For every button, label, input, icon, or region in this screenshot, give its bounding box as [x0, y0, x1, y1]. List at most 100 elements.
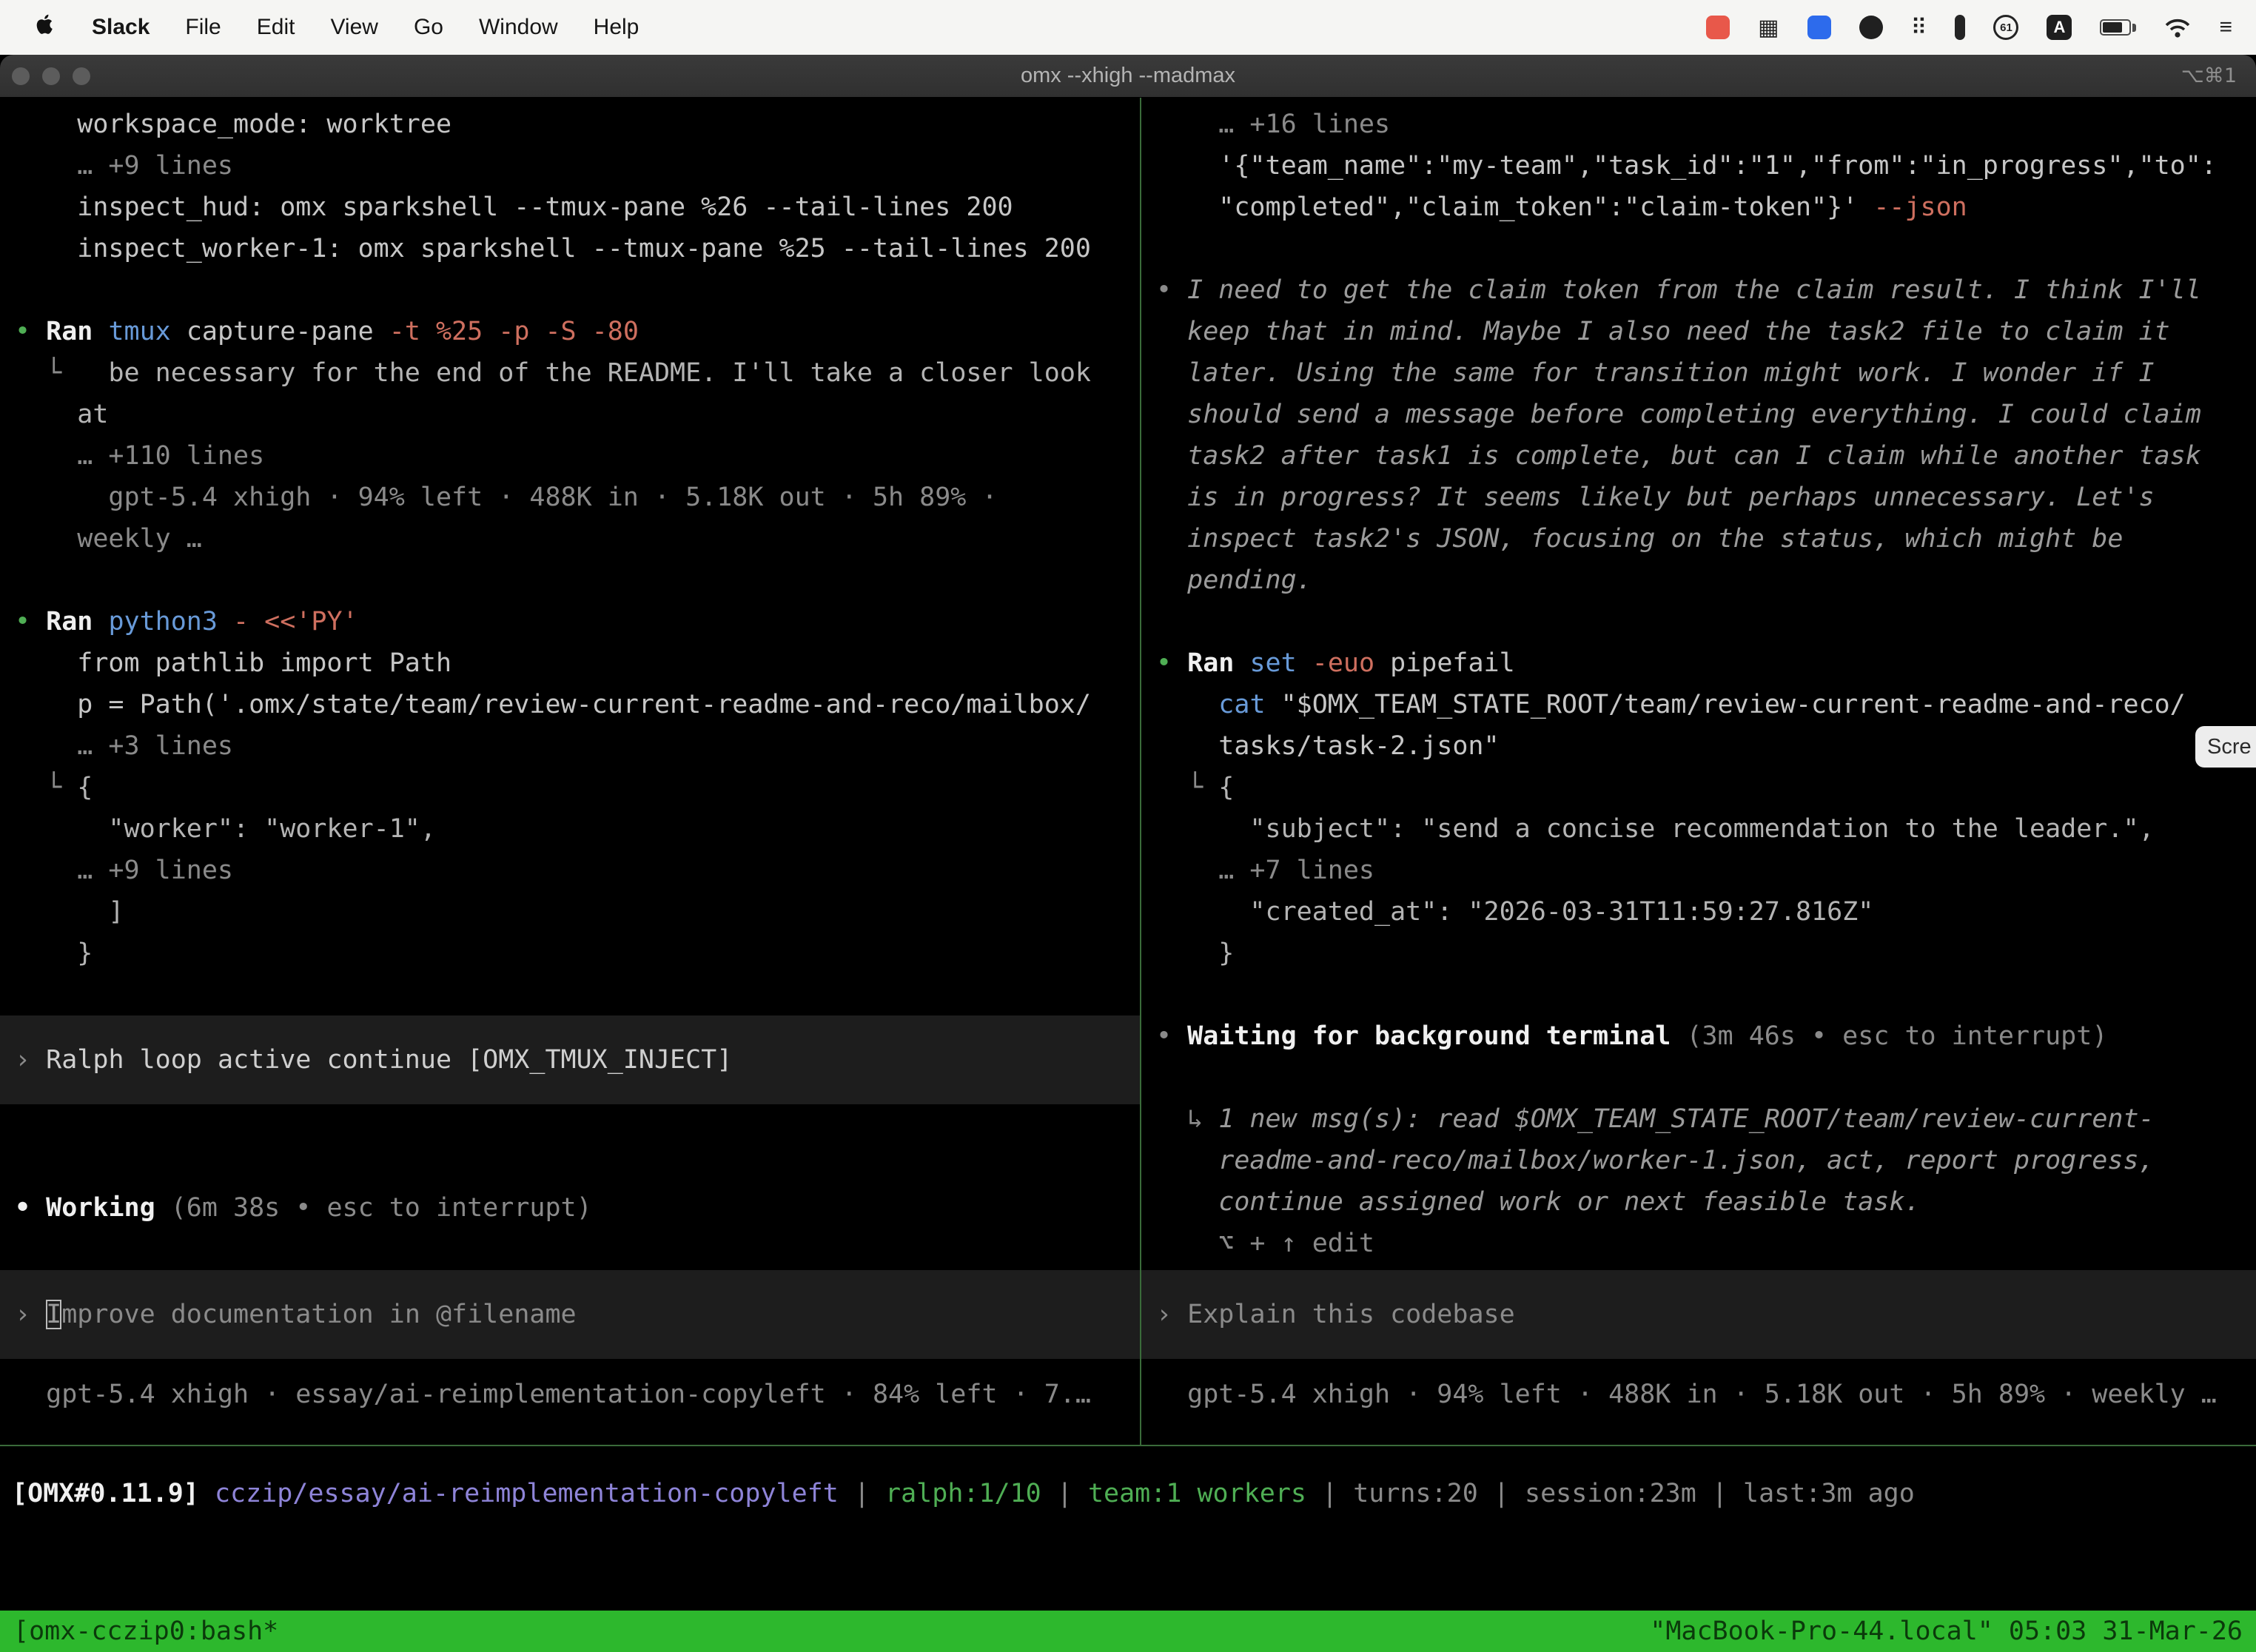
terminal-line: gpt-5.4 xhigh · essay/ai-reimplementatio… — [0, 1374, 1140, 1415]
terminal-line: "completed","claim_token":"claim-token"}… — [1141, 187, 2256, 228]
terminal-line: • Waiting for background terminal (3m 46… — [1141, 1015, 2256, 1057]
composer-input-right[interactable]: › Explain this codebase — [1141, 1270, 2256, 1359]
zoom-button[interactable] — [73, 67, 90, 85]
terminal-line: readme-and-reco/mailbox/worker-1.json, a… — [1141, 1140, 2256, 1181]
dark-circle-app-icon[interactable] — [1859, 16, 1883, 39]
menu-lines-icon[interactable]: ≡ — [2219, 15, 2232, 40]
screen-notification-text: Scre — [2207, 735, 2252, 759]
terminal-line: tasks/task-2.json" — [1141, 725, 2256, 767]
terminal-line: "subject": "send a concise recommendatio… — [1141, 808, 2256, 850]
tmux-host-clock: "MacBook-Pro-44.local" 05:03 31-Mar-26 — [1650, 1616, 2243, 1646]
menu-items: FileEditViewGoWindowHelp — [167, 15, 657, 40]
percent-badge-icon[interactable]: 61 — [1993, 15, 2018, 40]
menubar: Slack FileEditViewGoWindowHelp ▦ ⠿ 61 A ≡ — [0, 0, 2256, 55]
terminal-line: • Ran set -euo pipefail — [1141, 642, 2256, 684]
terminal-line — [0, 269, 1140, 311]
terminal-line — [1141, 1057, 2256, 1098]
terminal-line: … +9 lines — [0, 850, 1140, 891]
terminal-line: p = Path('.omx/state/team/review-current… — [0, 684, 1140, 725]
minimize-button[interactable] — [42, 67, 60, 85]
apple-icon — [34, 13, 56, 41]
terminal-line: • Working (6m 38s • esc to interrupt) — [0, 1187, 1140, 1229]
terminal-line — [0, 560, 1140, 601]
apple-menu[interactable] — [16, 13, 74, 41]
terminal-line — [0, 1146, 1140, 1187]
wifi-icon[interactable] — [2164, 17, 2191, 38]
terminal-line: "worker": "worker-1", — [0, 808, 1140, 850]
composer-input-left[interactable]: › Improve documentation in @filename — [0, 1270, 1140, 1359]
terminal-line: • Ran python3 - <<'PY' — [0, 601, 1140, 642]
terminal-line: ] — [0, 891, 1140, 933]
terminal-line: keep that in mind. Maybe I also need the… — [1141, 311, 2256, 352]
menu-item-edit[interactable]: Edit — [239, 15, 313, 40]
terminal-line — [1141, 228, 2256, 269]
terminal-line — [0, 1229, 1140, 1270]
menubar-status-icons: ▦ ⠿ 61 A ≡ — [1706, 15, 2240, 41]
window-titlebar: omx --xhigh --madmax ⌥⌘1 — [0, 55, 2256, 98]
traffic-lights — [0, 67, 90, 85]
terminal-line: cat "$OMX_TEAM_STATE_ROOT/team/review-cu… — [1141, 684, 2256, 725]
terminal-line: workspace_mode: worktree — [0, 104, 1140, 145]
terminal-line: continue assigned work or next feasible … — [1141, 1181, 2256, 1223]
terminal-line: gpt-5.4 xhigh · 94% left · 488K in · 5.1… — [1141, 1374, 2256, 1415]
terminal-line: ⌥ + ↑ edit — [1141, 1223, 2256, 1264]
terminal-line: ↳ 1 new msg(s): read $OMX_TEAM_STATE_ROO… — [1141, 1098, 2256, 1140]
menu-item-go[interactable]: Go — [396, 15, 461, 40]
terminal-line: • I need to get the claim token from the… — [1141, 269, 2256, 311]
menu-item-help[interactable]: Help — [576, 15, 657, 40]
terminal-line: inspect_worker-1: omx sparkshell --tmux-… — [0, 228, 1140, 269]
session-status-line: [OMX#0.11.9] cczip/essay/ai-reimplementa… — [12, 1473, 2256, 1514]
tmux-status-bar: [omx-cczip0:bash* "MacBook-Pro-44.local"… — [0, 1611, 2256, 1652]
terminal-line: "created_at": "2026-03-31T11:59:27.816Z" — [1141, 891, 2256, 933]
terminal-line: └ { — [0, 767, 1140, 808]
window-shortcut-hint: ⌥⌘1 — [2181, 64, 2256, 87]
terminal-line: task2 after task1 is complete, but can I… — [1141, 435, 2256, 477]
terminal-line: └ { — [1141, 767, 2256, 808]
input-source-icon[interactable]: A — [2047, 15, 2072, 40]
terminal-line: '{"team_name":"my-team","task_id":"1","f… — [1141, 145, 2256, 187]
terminal-line: } — [1141, 933, 2256, 974]
terminal-line — [1141, 974, 2256, 1015]
terminal-line: └ be necessary for the end of the README… — [0, 352, 1140, 394]
tmux-session-name: [omx-cczip0:bash* — [13, 1616, 278, 1646]
terminal-window: omx --xhigh --madmax ⌥⌘1 workspace_mode:… — [0, 55, 2256, 1652]
terminal-line: from pathlib import Path — [0, 642, 1140, 684]
terminal-line — [0, 974, 1140, 1015]
terminal-line: … +7 lines — [1141, 850, 2256, 891]
terminal-output-right[interactable]: … +16 lines '{"team_name":"my-team","tas… — [1141, 98, 2256, 1445]
screen-recording-indicator-icon[interactable] — [1706, 16, 1730, 39]
text-cursor: I — [46, 1300, 61, 1329]
menu-item-file[interactable]: File — [167, 15, 238, 40]
terminal-line: • Ran tmux capture-pane -t %25 -p -S -80 — [0, 311, 1140, 352]
terminal-output-left[interactable]: workspace_mode: worktree … +9 lines insp… — [0, 98, 1140, 1445]
terminal-line: gpt-5.4 xhigh · 94% left · 488K in · 5.1… — [0, 477, 1140, 518]
screen-notification-chip[interactable]: Scre — [2195, 726, 2256, 768]
omx-session-area: [OMX#0.11.9] cczip/essay/ai-reimplementa… — [0, 1446, 2256, 1611]
terminal-line — [1141, 601, 2256, 642]
terminal-line: later. Using the same for transition mig… — [1141, 352, 2256, 394]
terminal-line: inspect_hud: omx sparkshell --tmux-pane … — [0, 187, 1140, 228]
terminal-line: pending. — [1141, 560, 2256, 601]
vertical-pill-icon[interactable] — [1955, 15, 1965, 40]
terminal-line: } — [0, 933, 1140, 974]
terminal-line: … +9 lines — [0, 145, 1140, 187]
battery-icon[interactable] — [2100, 19, 2136, 36]
terminal-line: … +3 lines — [0, 725, 1140, 767]
terminal-line: is in progress? It seems likely but perh… — [1141, 477, 2256, 518]
terminal-line: … +16 lines — [1141, 104, 2256, 145]
menu-item-view[interactable]: View — [312, 15, 395, 40]
blue-app-icon[interactable] — [1807, 16, 1831, 39]
menu-item-window[interactable]: Window — [461, 15, 576, 40]
terminal-line: inspect task2's JSON, focusing on the st… — [1141, 518, 2256, 560]
terminal-line: weekly … — [0, 518, 1140, 560]
active-app-name[interactable]: Slack — [74, 15, 167, 40]
window-title: omx --xhigh --madmax — [0, 64, 2256, 88]
tmux-panes: workspace_mode: worktree … +9 lines insp… — [0, 98, 2256, 1446]
dots-grid-icon[interactable]: ⠿ — [1911, 15, 1927, 41]
keyboard-grid-icon[interactable]: ▦ — [1758, 15, 1779, 41]
close-button[interactable] — [12, 67, 30, 85]
terminal-line: at — [0, 394, 1140, 435]
injected-prompt-row: › Ralph loop active continue [OMX_TMUX_I… — [0, 1015, 1140, 1104]
terminal-line — [0, 1104, 1140, 1146]
terminal-line: … +110 lines — [0, 435, 1140, 477]
